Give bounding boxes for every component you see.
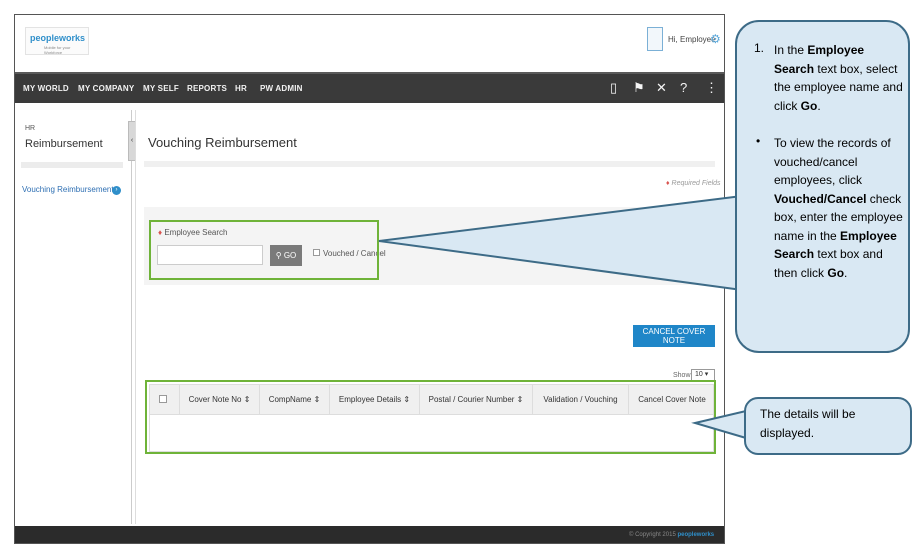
step2-bold1: Vouched/Cancel [774, 191, 867, 206]
instruction-callout: 1. In the Employee Search text box, sele… [735, 20, 910, 353]
step-number: 1. [754, 41, 765, 55]
details-callout: The details will be displayed. [744, 397, 912, 455]
callout2-pointer [691, 409, 747, 440]
step1-pre: In the [774, 43, 808, 57]
step1-text: In the Employee Search text box, select … [774, 41, 906, 115]
step1-post: . [817, 98, 821, 113]
callout1-pointer [378, 194, 743, 292]
details-callout-text: The details will be displayed. [760, 407, 856, 440]
step1-bold2: Go [800, 98, 818, 113]
step2-post: . [844, 265, 848, 280]
step2-pre: To view the records of vouched/cancel em… [774, 136, 891, 187]
step2-bold3: Go [827, 265, 845, 280]
bullet-icon: • [756, 134, 761, 148]
step2-text: To view the records of vouched/cancel em… [774, 134, 906, 282]
